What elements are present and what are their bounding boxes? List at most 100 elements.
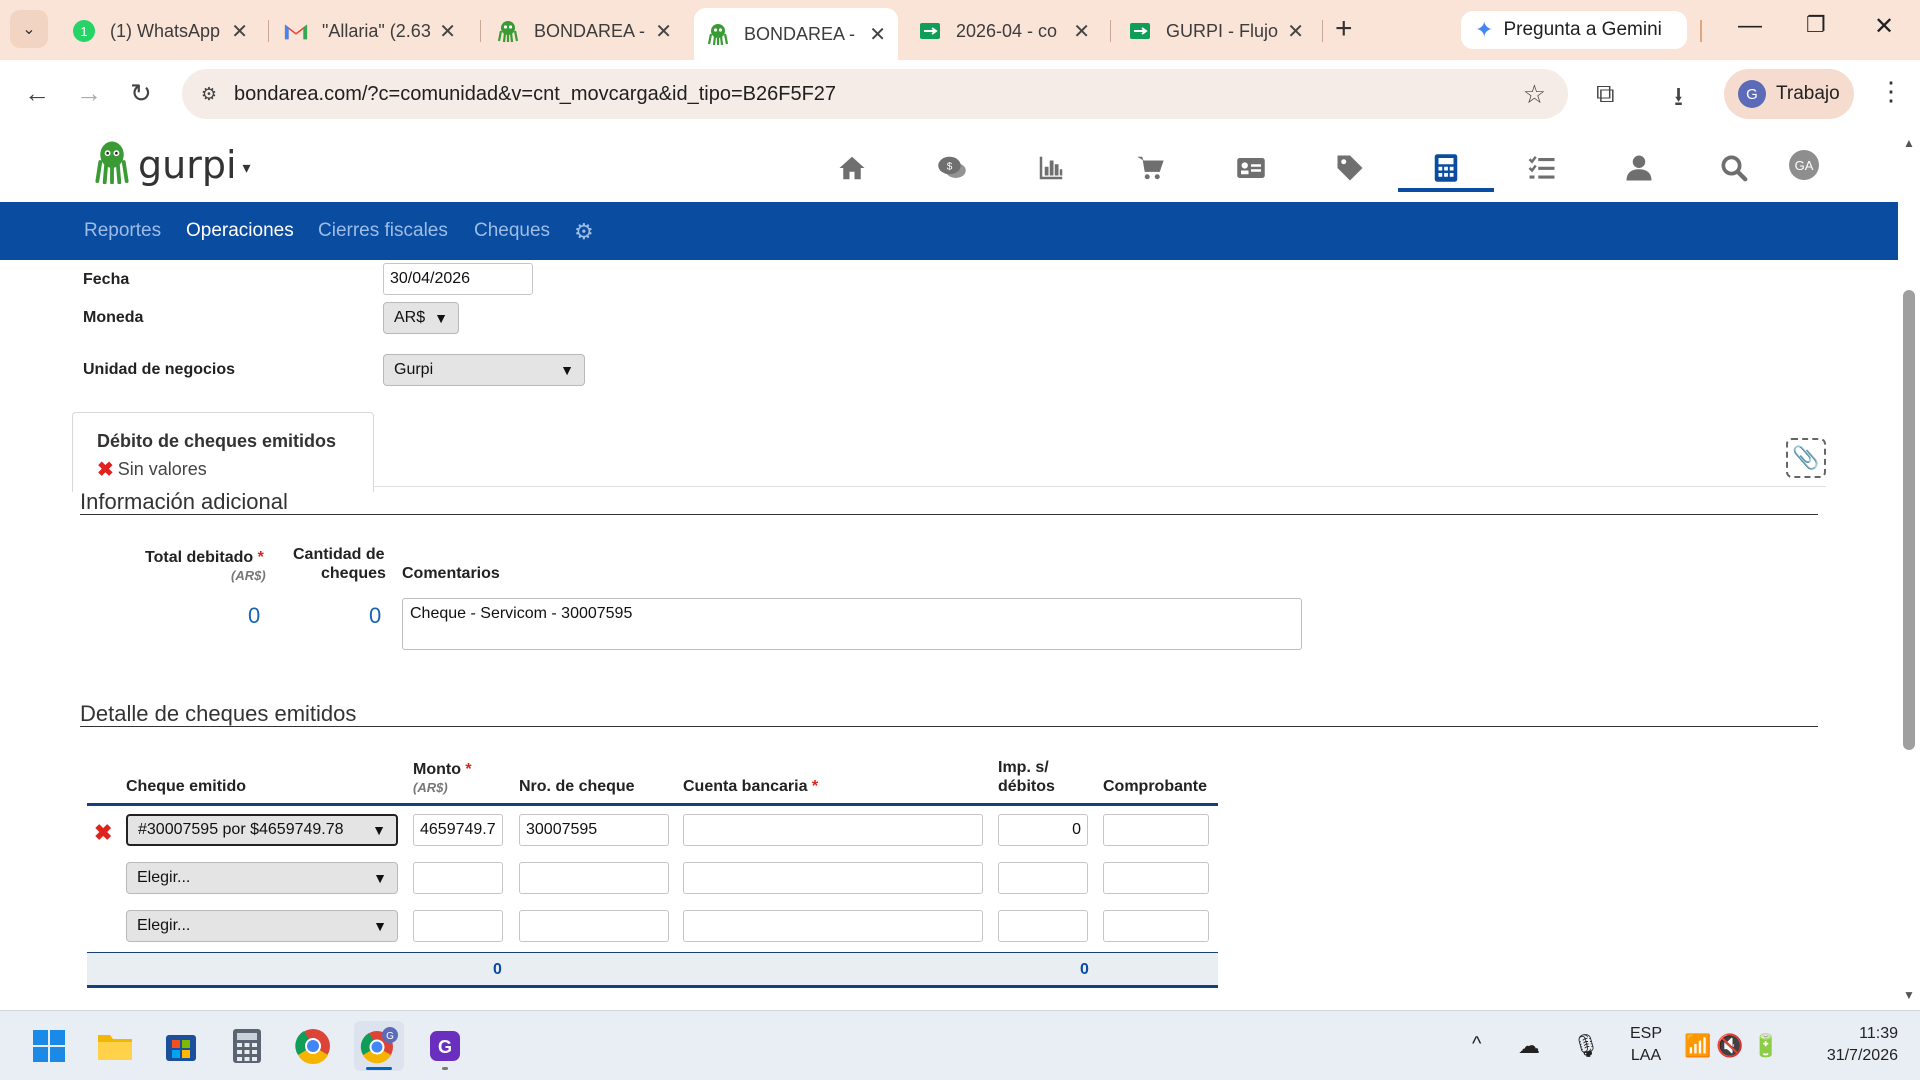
scroll-up-icon[interactable]: ▲	[1903, 136, 1915, 150]
comprobante-input[interactable]	[1103, 814, 1209, 846]
chrome-profile-icon[interactable]: G	[354, 1021, 404, 1071]
scroll-down-icon[interactable]: ▼	[1903, 988, 1915, 1002]
more-menu-icon[interactable]: ⋮	[1878, 76, 1904, 107]
checklist-icon[interactable]	[1522, 148, 1562, 188]
cheque-emitido-value: #30007595 por $4659749.78	[138, 821, 344, 838]
scrollbar-thumb[interactable]	[1903, 290, 1915, 750]
comprobante-input[interactable]	[1103, 910, 1209, 942]
delete-row-icon[interactable]: ✖	[94, 820, 112, 846]
home-icon[interactable]	[832, 148, 872, 188]
close-icon[interactable]: ✕	[655, 19, 672, 44]
volume-muted-icon[interactable]: 🔇	[1716, 1033, 1743, 1059]
cart-icon[interactable]	[1131, 148, 1171, 188]
browser-tab-whatsapp[interactable]: 1 (1) WhatsApp ✕	[60, 10, 260, 52]
cuenta-bancaria-input[interactable]	[683, 814, 983, 846]
close-icon[interactable]: ✕	[1073, 19, 1090, 44]
battery-charging-icon[interactable]: 🔋	[1752, 1033, 1779, 1059]
user-icon[interactable]	[1619, 148, 1659, 188]
calculator-app-icon[interactable]	[222, 1021, 272, 1071]
subnav-cierres-fiscales[interactable]: Cierres fiscales	[318, 220, 448, 242]
back-arrow-icon[interactable]: ←	[24, 78, 50, 109]
calculator-icon[interactable]	[1426, 148, 1466, 188]
new-tab-button[interactable]: +	[1335, 12, 1353, 46]
id-card-icon[interactable]	[1231, 148, 1271, 188]
monto-input[interactable]	[413, 862, 503, 894]
debito-cheques-tab[interactable]: Débito de cheques emitidos ✖ Sin valores	[72, 412, 374, 492]
monto-input[interactable]: 4659749.7	[413, 814, 503, 846]
brand-logo[interactable]: gurpi ▾	[94, 140, 251, 189]
gemini-button[interactable]: ✦ Pregunta a Gemini	[1461, 11, 1687, 49]
address-bar[interactable]: ⚙ bondarea.com/?c=comunidad&v=cnt_movcar…	[182, 69, 1568, 119]
comentarios-textarea[interactable]: Cheque - Servicom - 30007595	[402, 598, 1302, 650]
table-footer: 0 0	[87, 952, 1218, 988]
browser-tab-bondarea-active[interactable]: BONDAREA - ✕	[694, 8, 898, 60]
cuenta-bancaria-input[interactable]	[683, 910, 983, 942]
card-status: ✖ Sin valores	[97, 457, 207, 482]
imp-debitos-input[interactable]: 0	[998, 814, 1088, 846]
cheque-emitido-select[interactable]: Elegir... ▼	[126, 910, 398, 942]
chrome-icon[interactable]	[288, 1021, 338, 1071]
bookmark-star-icon[interactable]: ☆	[1523, 79, 1546, 110]
purple-app-icon[interactable]: G	[420, 1021, 470, 1071]
file-explorer-icon[interactable]	[90, 1021, 140, 1071]
moneda-select[interactable]: AR$ ▼	[383, 302, 459, 334]
language-indicator[interactable]: ESP LAA	[1618, 1023, 1674, 1067]
cloud-off-icon[interactable]: ☁	[1518, 1033, 1540, 1059]
card-title: Débito de cheques emitidos	[97, 431, 337, 451]
tab-search-button[interactable]: ⌄	[10, 10, 48, 48]
browser-tab-gurpi-flujo[interactable]: GURPI - Flujo ✕	[1116, 10, 1316, 52]
subnav-operaciones[interactable]: Operaciones	[186, 220, 294, 242]
page-scrollbar[interactable]: ▲ ▼	[1898, 128, 1920, 1010]
brand-name: gurpi	[138, 142, 237, 187]
browser-tab-gmail[interactable]: "Allaria" (2.63 ✕	[272, 10, 468, 52]
browser-tab-sheet-2026[interactable]: 2026-04 - co ✕	[906, 10, 1102, 52]
fecha-input[interactable]: 30/04/2026	[383, 263, 533, 295]
chevron-up-icon[interactable]: ^	[1472, 1033, 1481, 1056]
subnav-cheques[interactable]: Cheques	[474, 220, 550, 242]
monto-input[interactable]	[413, 910, 503, 942]
close-window-icon[interactable]: ✕	[1874, 12, 1894, 41]
user-avatar[interactable]: GA	[1789, 150, 1819, 180]
download-icon[interactable]: ⭳	[1674, 78, 1683, 122]
forward-arrow-icon[interactable]: →	[76, 78, 102, 109]
extensions-icon[interactable]: ⧉	[1596, 78, 1615, 110]
tab-separator	[480, 20, 481, 42]
th-monto: Monto *	[413, 760, 472, 779]
subnav-reportes[interactable]: Reportes	[84, 220, 161, 242]
chart-icon[interactable]	[1031, 148, 1071, 188]
close-icon[interactable]: ✕	[439, 19, 456, 44]
cantidad-label-1: Cantidad de	[293, 546, 385, 563]
cuenta-bancaria-input[interactable]	[683, 862, 983, 894]
restore-icon[interactable]: ❐	[1806, 12, 1826, 38]
cheque-emitido-select[interactable]: #30007595 por $4659749.78 ▼	[126, 814, 398, 846]
main-content: Fecha 30/04/2026 Moneda AR$ ▼ Unidad de …	[0, 260, 1898, 1010]
windows-start-icon[interactable]	[24, 1021, 74, 1071]
imp-debitos-input[interactable]	[998, 910, 1088, 942]
comprobante-input[interactable]	[1103, 862, 1209, 894]
wifi-icon[interactable]: 📶	[1684, 1033, 1711, 1059]
caret-down-icon[interactable]: ▾	[243, 158, 251, 178]
close-icon[interactable]: ✕	[231, 19, 248, 44]
microsoft-store-icon[interactable]	[156, 1021, 206, 1071]
reload-icon[interactable]: ↻	[130, 78, 152, 109]
gear-icon[interactable]: ⚙	[574, 219, 594, 245]
unidad-select[interactable]: Gurpi ▼	[383, 354, 585, 386]
minimize-icon[interactable]: —	[1738, 12, 1762, 40]
close-icon[interactable]: ✕	[1287, 19, 1304, 44]
chat-money-icon[interactable]: $	[932, 148, 972, 188]
clock[interactable]: 11:39 31/7/2026	[1798, 1023, 1898, 1067]
nro-cheque-input[interactable]	[519, 862, 669, 894]
tag-icon[interactable]	[1330, 148, 1370, 188]
attachment-clip-icon[interactable]: 📎	[1786, 438, 1826, 478]
cheque-emitido-select[interactable]: Elegir... ▼	[126, 862, 398, 894]
imp-debitos-input[interactable]	[998, 862, 1088, 894]
nro-cheque-input[interactable]: 30007595	[519, 814, 669, 846]
close-icon[interactable]: ✕	[869, 22, 886, 47]
url-text[interactable]: bondarea.com/?c=comunidad&v=cnt_movcarga…	[234, 83, 1523, 106]
browser-tab-bondarea-1[interactable]: BONDAREA - ✕	[484, 10, 684, 52]
nro-cheque-input[interactable]	[519, 910, 669, 942]
microphone-icon[interactable]: 🎙	[1572, 1033, 1600, 1059]
profile-button[interactable]: G Trabajo	[1724, 69, 1854, 119]
search-icon[interactable]	[1714, 148, 1754, 188]
site-settings-icon[interactable]: ⚙	[194, 79, 224, 109]
